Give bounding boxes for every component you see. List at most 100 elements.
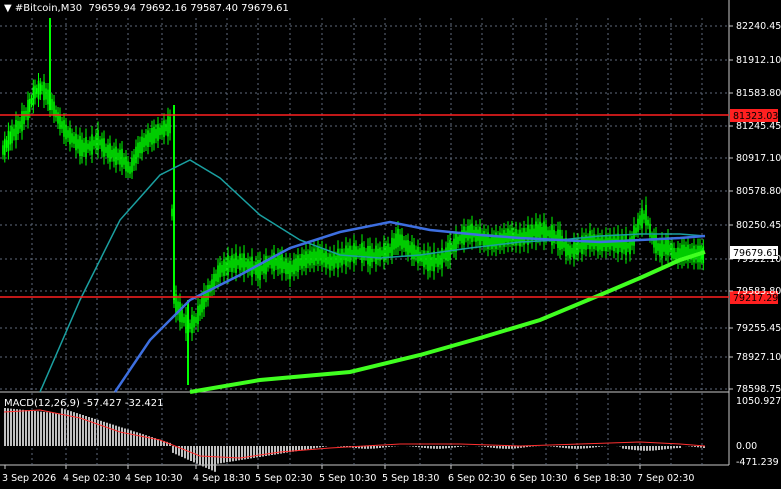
macd-bar: [601, 446, 603, 447]
macd-bar: [667, 446, 669, 449]
candle-body: [137, 142, 139, 158]
candle-body: [117, 152, 119, 161]
candle-body: [435, 257, 437, 264]
macd-bar: [454, 446, 456, 448]
time-tick-label: 5 Sep 18:30: [382, 473, 439, 484]
candle-body: [597, 234, 599, 252]
candle-body: [637, 218, 639, 232]
candle-body: [34, 85, 36, 99]
macd-bar: [232, 446, 234, 462]
macd-bar: [586, 446, 588, 449]
candle-body: [347, 248, 349, 262]
candle-body: [627, 242, 629, 249]
candle-body: [81, 139, 83, 157]
candle-body: [309, 250, 311, 266]
macd-bar: [700, 446, 702, 448]
price-tick-label: 78927.10: [736, 352, 781, 363]
time-tick-label: 4 Sep 18:30: [193, 473, 250, 484]
macd-bar: [205, 446, 207, 468]
macd-bar: [106, 422, 108, 446]
candle-body: [671, 243, 673, 259]
candle-body: [645, 204, 647, 226]
candle-body: [439, 255, 441, 265]
price-tick-label: 79255.45: [736, 323, 781, 334]
candle-body: [541, 227, 543, 235]
candle-body: [109, 143, 111, 162]
macd-bar: [634, 446, 636, 451]
macd-bar: [448, 446, 450, 449]
candle-body: [383, 243, 385, 262]
candle-body: [37, 80, 40, 100]
candle-body: [185, 314, 187, 334]
price-chart[interactable]: 81323.0379217.29 82240.4581912.1081583.8…: [0, 0, 781, 489]
candle-body: [265, 256, 267, 275]
candle-body: [285, 259, 287, 275]
candle-body: [567, 244, 569, 256]
time-tick-label: 6 Sep 10:30: [510, 473, 567, 484]
candle-body: [237, 259, 239, 266]
candle-body: [87, 143, 89, 150]
macd-bar: [121, 427, 123, 446]
macd-bar: [109, 423, 111, 446]
candle-body: [221, 265, 223, 273]
time-tick-label: 7 Sep 02:30: [637, 473, 694, 484]
candle-body: [197, 305, 199, 325]
candle-body: [359, 248, 361, 256]
macd-bar: [376, 446, 378, 449]
macd-bar: [4, 408, 6, 446]
macd-bar: [514, 446, 516, 449]
macd-bar: [10, 408, 12, 446]
macd-bar: [433, 446, 435, 449]
macd-bar: [343, 446, 345, 447]
candle-body: [643, 213, 645, 220]
macd-bar: [31, 410, 33, 446]
candle-body: [575, 242, 577, 254]
candle-body: [415, 249, 417, 258]
macd-bar: [223, 446, 225, 463]
time-tick-label: 6 Sep 02:30: [448, 473, 505, 484]
candle-body: [293, 259, 295, 275]
macd-bar: [502, 446, 504, 449]
macd-bar: [643, 446, 645, 451]
candle-body: [281, 254, 283, 273]
candle-body: [143, 137, 145, 148]
candle-body: [103, 138, 105, 157]
candle-body: [371, 249, 373, 263]
candle-body: [425, 255, 427, 265]
macd-bar: [505, 446, 507, 449]
candle-body: [303, 254, 305, 266]
candle-body: [409, 245, 411, 253]
menu-triangle-icon[interactable]: ▼: [4, 3, 15, 14]
candle-body: [395, 233, 397, 249]
macd-bar: [40, 411, 42, 446]
symbol-label: #Bitcoin,M30: [14, 3, 83, 14]
macd-bar: [496, 446, 498, 449]
macd-bar: [118, 426, 120, 446]
candle-body: [399, 234, 401, 246]
candle-body: [129, 166, 131, 174]
candle-body: [51, 98, 53, 111]
price-tick-label: 79583.80: [736, 286, 781, 297]
candle-body: [73, 136, 75, 144]
candle-body: [13, 128, 15, 137]
macd-bar: [640, 446, 642, 451]
candle-body: [55, 109, 57, 118]
macd-bar: [115, 425, 117, 446]
candle-body: [101, 138, 103, 152]
macd-bar: [385, 446, 387, 448]
macd-bar: [190, 446, 192, 461]
candle-body: [41, 85, 43, 91]
macd-bar: [670, 446, 672, 449]
macd-bar: [382, 446, 384, 448]
candle-body: [295, 259, 297, 271]
macd-bar: [370, 446, 372, 449]
macd-bar: [580, 446, 582, 449]
price-tick-label: 82240.45: [736, 21, 781, 32]
candle-body: [289, 260, 291, 280]
macd-title: MACD(12,26,9) -57.427 -32.421: [4, 398, 164, 409]
macd-bar: [52, 412, 54, 446]
candle-body: [673, 247, 675, 260]
candle-body: [549, 230, 551, 238]
candle-body: [387, 243, 389, 259]
candle-body: [89, 141, 91, 151]
